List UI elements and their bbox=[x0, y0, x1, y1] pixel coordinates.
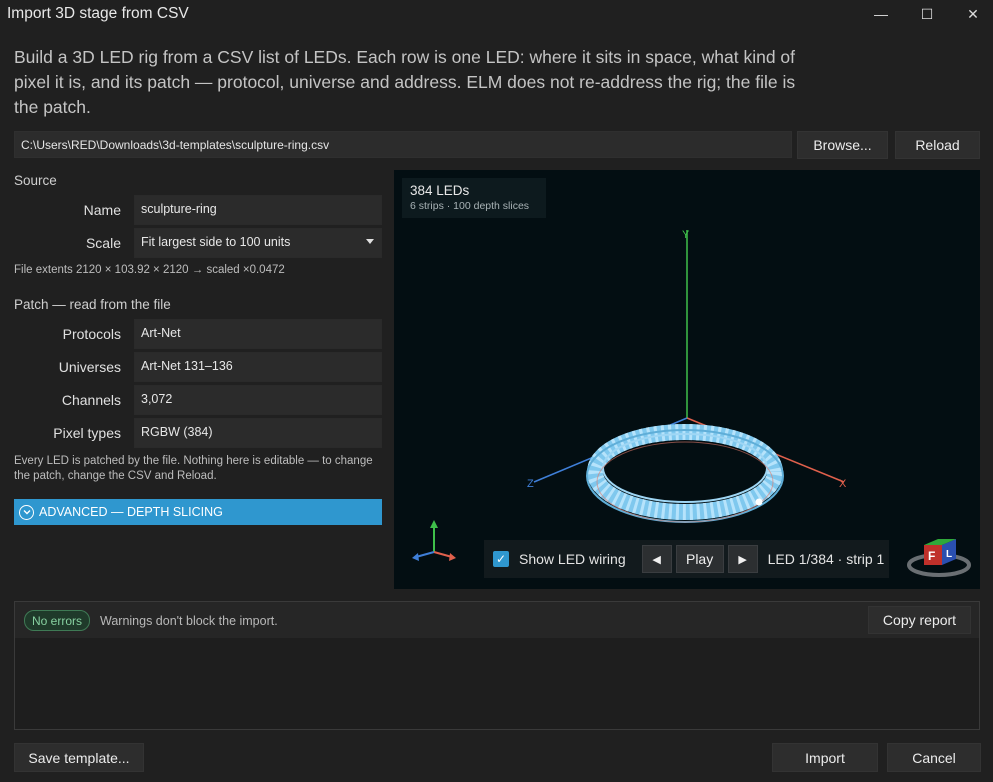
report-header: No errors Warnings don't block the impor… bbox=[15, 602, 979, 638]
close-button[interactable]: ✕ bbox=[950, 0, 993, 28]
protocols-label: Protocols bbox=[62, 326, 121, 342]
protocols-value: Art-Net bbox=[134, 319, 382, 349]
next-led-button[interactable]: ▶ bbox=[727, 545, 758, 573]
source-section-title: Source bbox=[14, 173, 57, 188]
view-cube-icon[interactable]: F L bbox=[907, 539, 971, 577]
browse-button[interactable]: Browse... bbox=[797, 131, 888, 159]
advanced-depth-slicing-expander[interactable]: ADVANCED — DEPTH SLICING bbox=[14, 499, 382, 525]
title-bar: Import 3D stage from CSV — ☐ ✕ bbox=[0, 0, 993, 28]
import-button[interactable]: Import bbox=[772, 743, 878, 772]
cube-face-l: L bbox=[946, 549, 952, 560]
x-axis-label: X bbox=[839, 478, 847, 490]
show-wiring-checkbox[interactable]: ✓ bbox=[493, 551, 509, 567]
playback-controls: ✓ Show LED wiring ◀ Play ▶ LED 1/384 · s… bbox=[484, 540, 889, 578]
name-input[interactable]: sculpture-ring bbox=[134, 195, 382, 225]
patch-note: Every LED is patched by the file. Nothin… bbox=[14, 455, 373, 482]
warning-text: Warnings don't block the import. bbox=[100, 614, 278, 628]
pixel-types-label: Pixel types bbox=[53, 425, 121, 441]
patch-section-title: Patch — read from the file bbox=[14, 297, 171, 312]
cube-face-f: F bbox=[928, 549, 935, 563]
current-led-marker bbox=[755, 498, 763, 506]
reload-button[interactable]: Reload bbox=[895, 131, 980, 159]
report-panel: No errors Warnings don't block the impor… bbox=[14, 601, 980, 730]
led-count: 384 LEDs bbox=[410, 183, 470, 198]
led-count-badge: 384 LEDs 6 strips · 100 depth slices bbox=[402, 178, 546, 218]
maximize-button[interactable]: ☐ bbox=[904, 0, 950, 28]
chevron-down-icon bbox=[366, 239, 374, 244]
minimize-button[interactable]: — bbox=[858, 0, 904, 28]
channels-label: Channels bbox=[61, 392, 121, 408]
pixel-types-value: RGBW (384) bbox=[134, 418, 382, 448]
led-position-readout: LED 1/384 · strip 1 bbox=[767, 551, 885, 567]
save-template-button[interactable]: Save template... bbox=[14, 743, 144, 772]
window-title: Import 3D stage from CSV bbox=[7, 5, 189, 22]
y-axis-label: Y bbox=[682, 229, 690, 241]
copy-report-button[interactable]: Copy report bbox=[868, 606, 971, 634]
scale-select[interactable]: Fit largest side to 100 units bbox=[134, 228, 382, 258]
status-badge: No errors bbox=[24, 610, 90, 631]
file-extents: File extents 2120 × 103.92 × 2120 → scal… bbox=[14, 264, 285, 276]
scale-select-value: Fit largest side to 100 units bbox=[141, 235, 291, 249]
csv-path-field[interactable]: C:\Users\RED\Downloads\3d-templates\scul… bbox=[14, 131, 792, 158]
chevron-down-icon bbox=[19, 504, 34, 520]
scale-label: Scale bbox=[85, 235, 121, 251]
play-button[interactable]: Play bbox=[675, 545, 724, 573]
previous-led-button[interactable]: ◀ bbox=[641, 545, 672, 573]
universes-value: Art-Net 131–136 bbox=[134, 352, 382, 382]
cancel-button[interactable]: Cancel bbox=[887, 743, 981, 772]
scene-canvas: Y X Z F L bbox=[412, 229, 971, 577]
show-wiring-label[interactable]: Show LED wiring bbox=[519, 551, 626, 567]
3d-viewport[interactable]: Y X Z F L 384 LEDs 6 strips · 100 depth … bbox=[394, 170, 980, 589]
axis-gizmo-icon bbox=[412, 520, 456, 561]
intro-description: Build a 3D LED rig from a CSV list of LE… bbox=[14, 47, 796, 117]
advanced-label: ADVANCED — DEPTH SLICING bbox=[39, 505, 223, 519]
name-label: Name bbox=[83, 202, 121, 218]
led-ring bbox=[586, 424, 784, 523]
universes-label: Universes bbox=[58, 359, 121, 375]
channels-value: 3,072 bbox=[134, 385, 382, 415]
z-axis-label: Z bbox=[527, 478, 534, 490]
led-detail: 6 strips · 100 depth slices bbox=[410, 200, 530, 212]
